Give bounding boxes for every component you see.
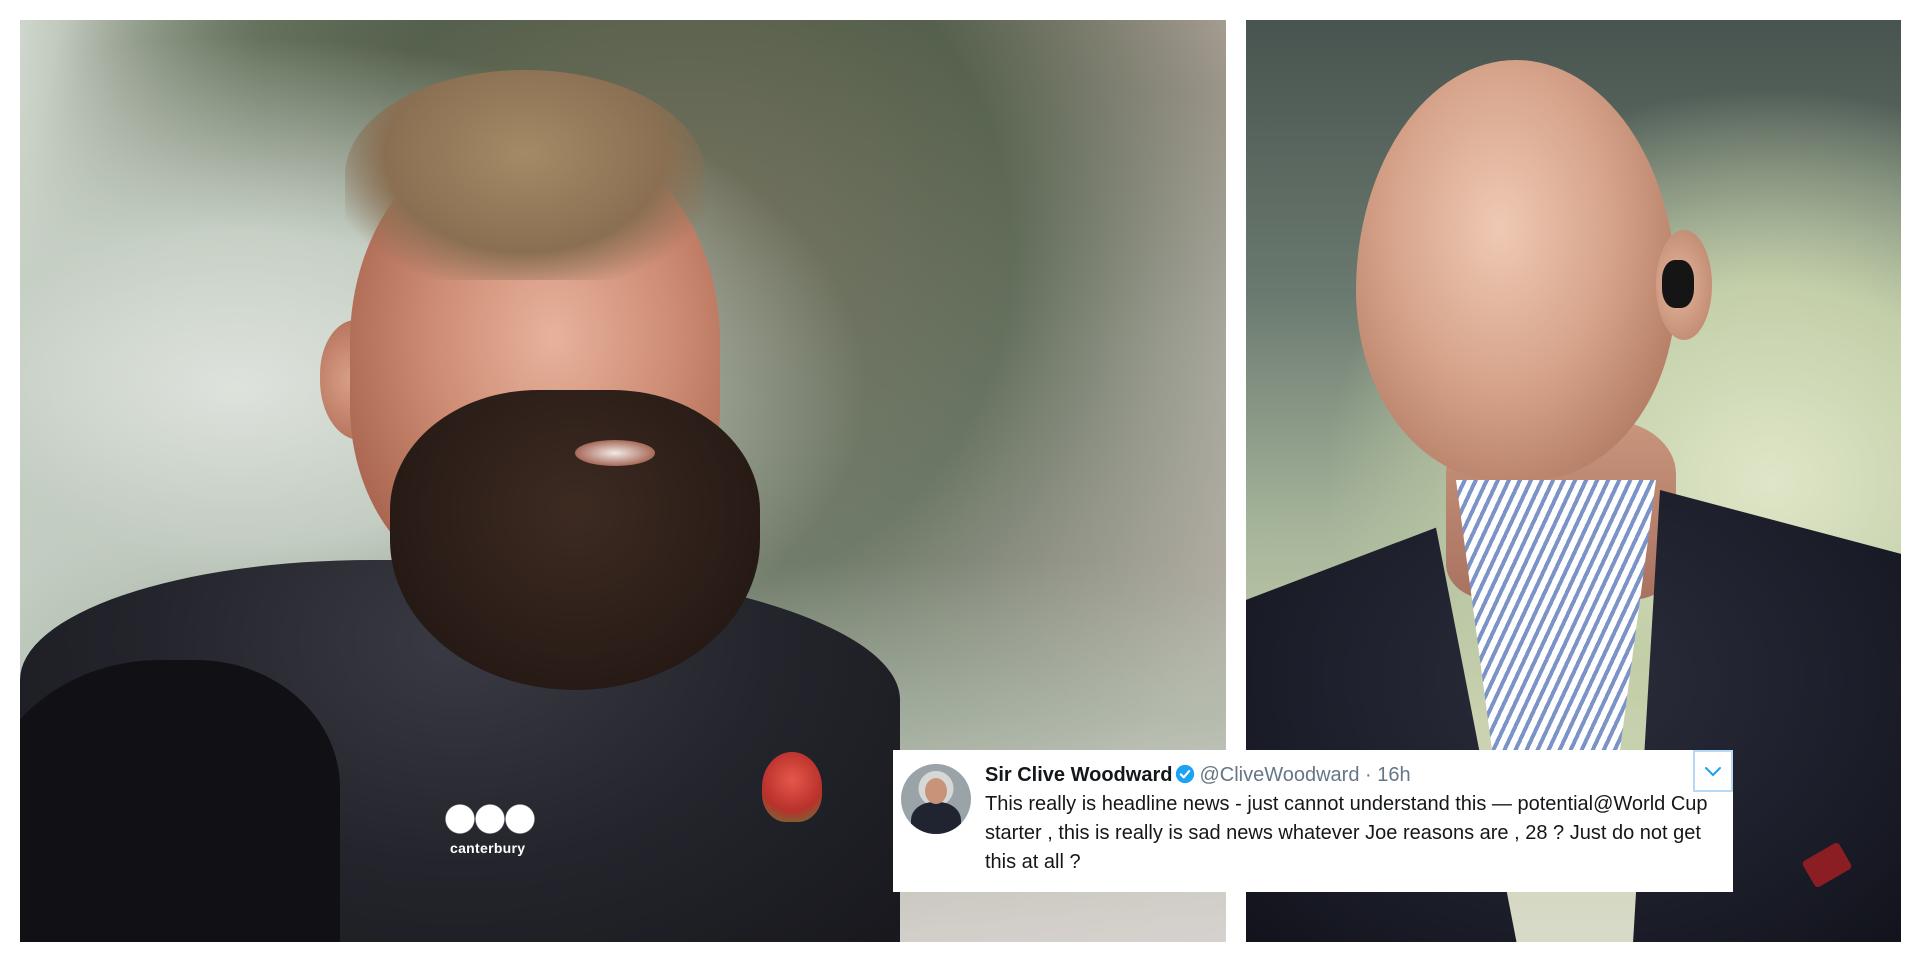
kit-sponsor-text: canterbury [450,840,526,856]
tweet-text: This really is headline news - just cann… [985,793,1708,873]
tweet-menu-button[interactable] [1693,750,1733,792]
author-handle[interactable]: @CliveWoodward [1199,764,1359,786]
head [1356,60,1676,480]
verified-badge-icon [1176,764,1195,784]
rose-crest-icon [762,752,822,822]
tweet-header: Sir Clive Woodward @CliveWoodward · 16h [985,762,1411,788]
avatar-face [925,778,947,804]
author-name[interactable]: Sir Clive Woodward [985,764,1172,786]
kit-sponsor-logo [440,795,540,843]
avatar-body [911,802,961,834]
striped-shirt [1456,480,1656,780]
header-separator: · [1365,764,1372,786]
mouth [575,440,655,466]
shirt-sleeve [20,660,340,942]
avatar[interactable] [901,764,971,834]
beard [390,390,760,690]
chevron-down-icon [1705,767,1721,776]
hair [345,70,705,280]
tweet-card[interactable]: Sir Clive Woodward @CliveWoodward · 16h … [893,750,1733,892]
earpiece-icon [1662,260,1694,308]
tweet-timestamp[interactable]: 16h [1377,764,1410,786]
